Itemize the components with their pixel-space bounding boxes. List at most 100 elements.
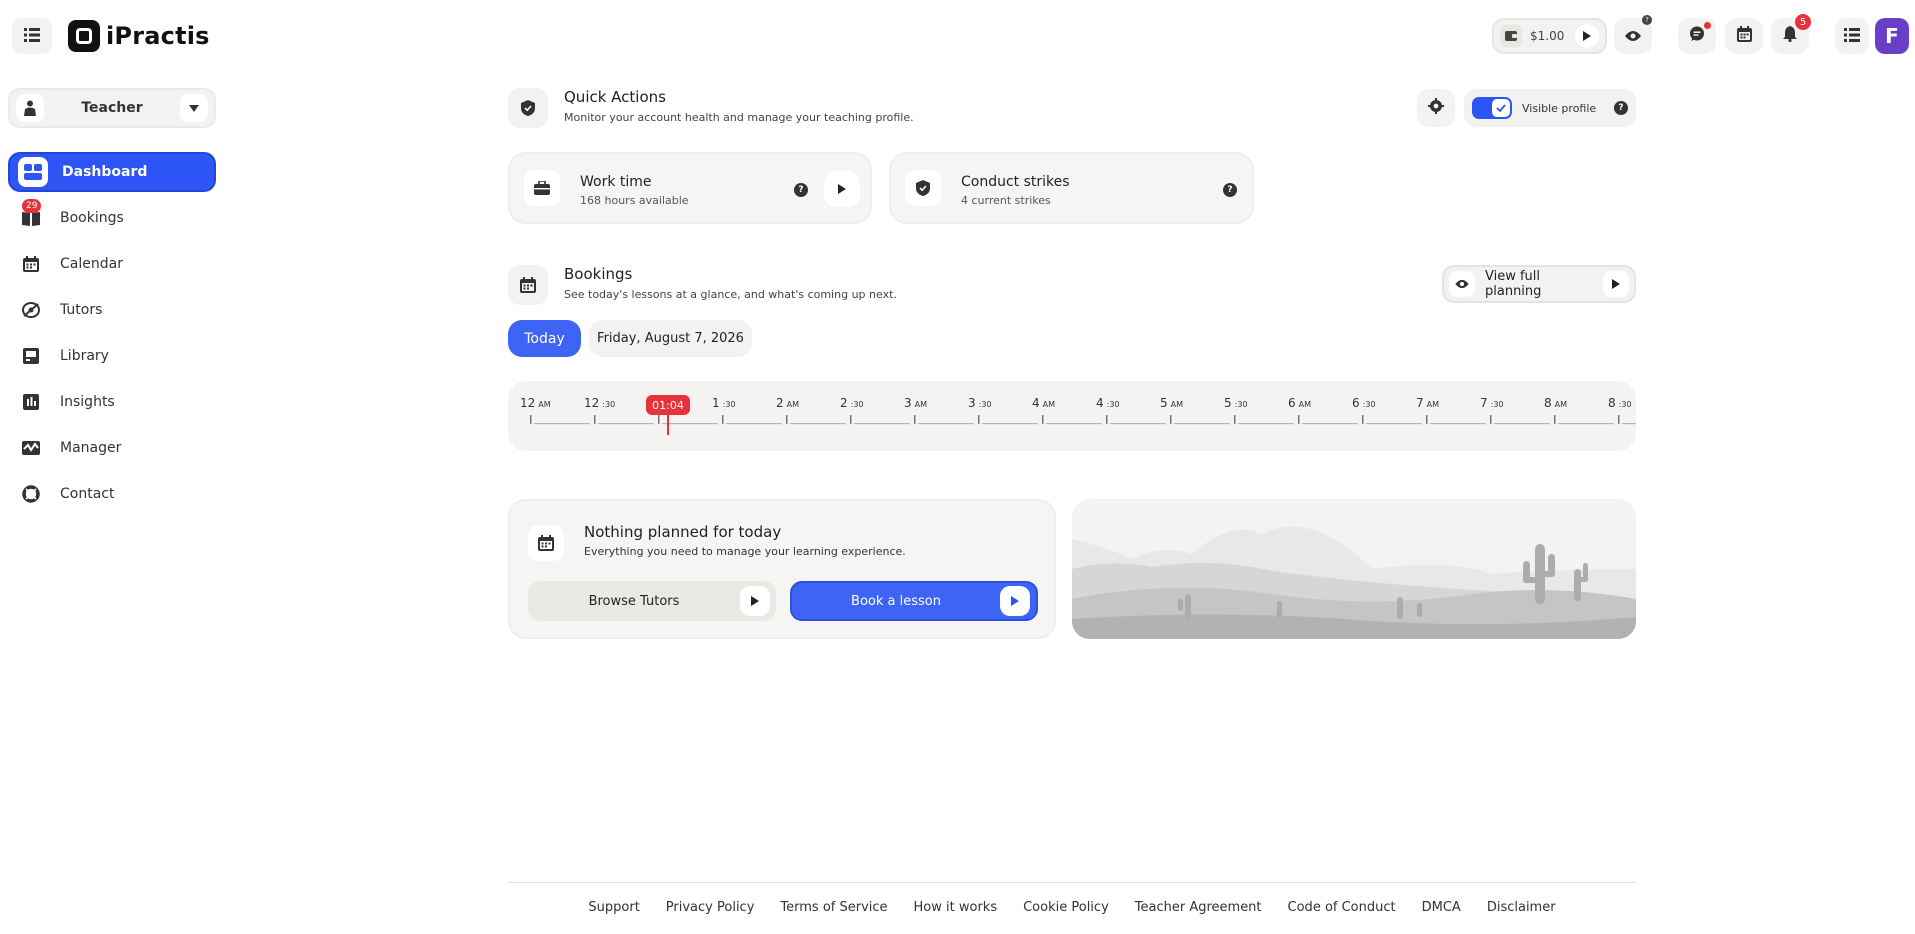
footer-link-support[interactable]: Support [588,900,639,915]
timeline-segment [918,423,974,425]
timeline-slot: 8 AM [1544,396,1614,425]
dashboard-icon [18,157,48,187]
eye-help-dot: ? [1642,15,1652,25]
current-time-marker: 01:04 [646,395,690,435]
visible-profile-toggle[interactable] [1472,97,1512,119]
visible-profile-label: Visible profile [1522,101,1597,115]
timeline-segment [1494,423,1550,425]
browse-tutors-label: Browse Tutors [588,593,680,609]
footer-links: Support Privacy Policy Terms of Service … [508,900,1636,915]
timeline-hour-label: 5 AM [1160,396,1183,410]
apps-menu-button[interactable] [1835,18,1869,54]
timeline-hour-label: 8 AM [1544,396,1567,410]
messages-button[interactable] [1678,18,1716,54]
sidebar-item-label: Insights [60,394,115,410]
calendar-button[interactable] [1725,18,1763,54]
footer-link-how-it-works[interactable]: How it works [914,900,998,915]
view-full-planning-button[interactable]: View full planning [1442,265,1636,303]
timeline-hour-label: 12 AM [520,396,551,410]
timeline-tick [1554,415,1556,424]
timeline-slot: 12 AM [520,396,590,425]
footer-link-teacher-agreement[interactable]: Teacher Agreement [1135,900,1262,915]
app-logo[interactable]: iPractis [68,20,210,52]
footer-link-disclaimer[interactable]: Disclaimer [1487,900,1556,915]
role-selector[interactable]: Teacher [8,88,216,128]
sidebar-item-calendar[interactable]: Calendar [8,244,216,284]
sidebar-item-dashboard[interactable]: Dashboard [8,152,216,192]
conduct-strikes-title: Conduct strikes [961,174,1070,190]
timeline-slot: 5 AM [1160,396,1230,425]
book-lesson-button[interactable]: Book a lesson [790,581,1038,621]
notifications-button[interactable]: 5 [1771,14,1811,54]
check-icon [1492,99,1510,117]
timeline-hour-label: 5:30 [1224,396,1248,410]
timeline-segment [1430,423,1486,425]
sidebar-toggle-button[interactable] [12,18,52,54]
selected-date[interactable]: Friday, August 7, 2026 [589,320,752,357]
help-icon[interactable]: ? [794,183,808,197]
sidebar-item-insights[interactable]: Insights [8,382,216,422]
timeline-slot: 8:30 [1608,396,1636,425]
wallet-balance[interactable]: $1.00 [1492,18,1607,54]
timeline-tick [1618,415,1620,424]
sidebar-item-label: Dashboard [62,164,148,180]
timeline-hour-label: 6:30 [1352,396,1376,410]
list-icon [1844,27,1860,46]
sidebar-item-contact[interactable]: Contact [8,474,216,514]
conduct-strikes-subtitle: 4 current strikes [961,194,1051,207]
sidebar-item-bookings[interactable]: 29 Bookings [8,198,216,238]
timeline-slot: 3 AM [904,396,974,425]
view-full-planning-label: View full planning [1485,269,1542,299]
work-time-card[interactable]: Work time 168 hours available ? [508,152,872,224]
quick-actions-header: Quick Actions Monitor your account healt… [508,88,914,128]
timeline-segment [1174,423,1230,425]
play-icon [1000,586,1030,616]
timeline-hour-label: 6 AM [1288,396,1311,410]
logo-mark [68,20,100,52]
timeline-tick [1042,415,1044,424]
timeline-segment [1558,423,1614,425]
browse-tutors-button[interactable]: Browse Tutors [528,581,776,621]
preview-profile-button[interactable]: ? [1614,15,1652,54]
footer-link-cookie[interactable]: Cookie Policy [1023,900,1109,915]
settings-button[interactable] [1417,89,1455,127]
timeline-hour-label: 7:30 [1480,396,1504,410]
today-button[interactable]: Today [508,320,581,357]
help-icon[interactable]: ? [1223,183,1237,197]
play-icon[interactable] [824,171,860,207]
play-icon[interactable] [1575,24,1599,48]
notification-count-badge: 5 [1795,14,1811,30]
timeline-tick [1170,415,1172,424]
bookings-count-badge: 29 [22,199,42,213]
timeline-slot: 4:30 [1096,396,1166,425]
sidebar-item-tutors[interactable]: Tutors [8,290,216,330]
timeline-tick [594,415,596,424]
timeline-tick [850,415,852,424]
timeline-slot: 6:30 [1352,396,1422,425]
footer-link-code-of-conduct[interactable]: Code of Conduct [1288,900,1396,915]
day-timeline[interactable]: 12AM12:301AM1:302AM2:303AM3:304AM4:305AM… [508,381,1636,451]
bell-icon [1783,26,1797,46]
help-icon[interactable]: ? [1614,101,1628,115]
sidebar-item-library[interactable]: Library [8,336,216,376]
timeline-tick [1234,415,1236,424]
shield-icon [508,88,548,128]
footer-link-privacy[interactable]: Privacy Policy [666,900,755,915]
sidebar-item-manager[interactable]: Manager [8,428,216,468]
timeline-slot: 4 AM [1032,396,1102,425]
unread-dot [1704,22,1711,29]
user-avatar[interactable]: F [1875,18,1909,54]
timeline-tick [722,415,724,424]
timeline-slot: 2 AM [776,396,846,425]
shield-icon [905,170,941,206]
footer-link-dmca[interactable]: DMCA [1422,900,1461,915]
play-icon [1603,271,1629,297]
footer-link-terms[interactable]: Terms of Service [780,900,887,915]
timeline-hour-label: 12:30 [584,396,615,410]
conduct-strikes-card[interactable]: Conduct strikes 4 current strikes ? [889,152,1254,224]
timeline-slot: 5:30 [1224,396,1294,425]
wallet-icon [1500,25,1522,47]
timeline-slot: 3:30 [968,396,1038,425]
menu-icon [24,27,40,46]
calendar-icon [1736,26,1752,46]
